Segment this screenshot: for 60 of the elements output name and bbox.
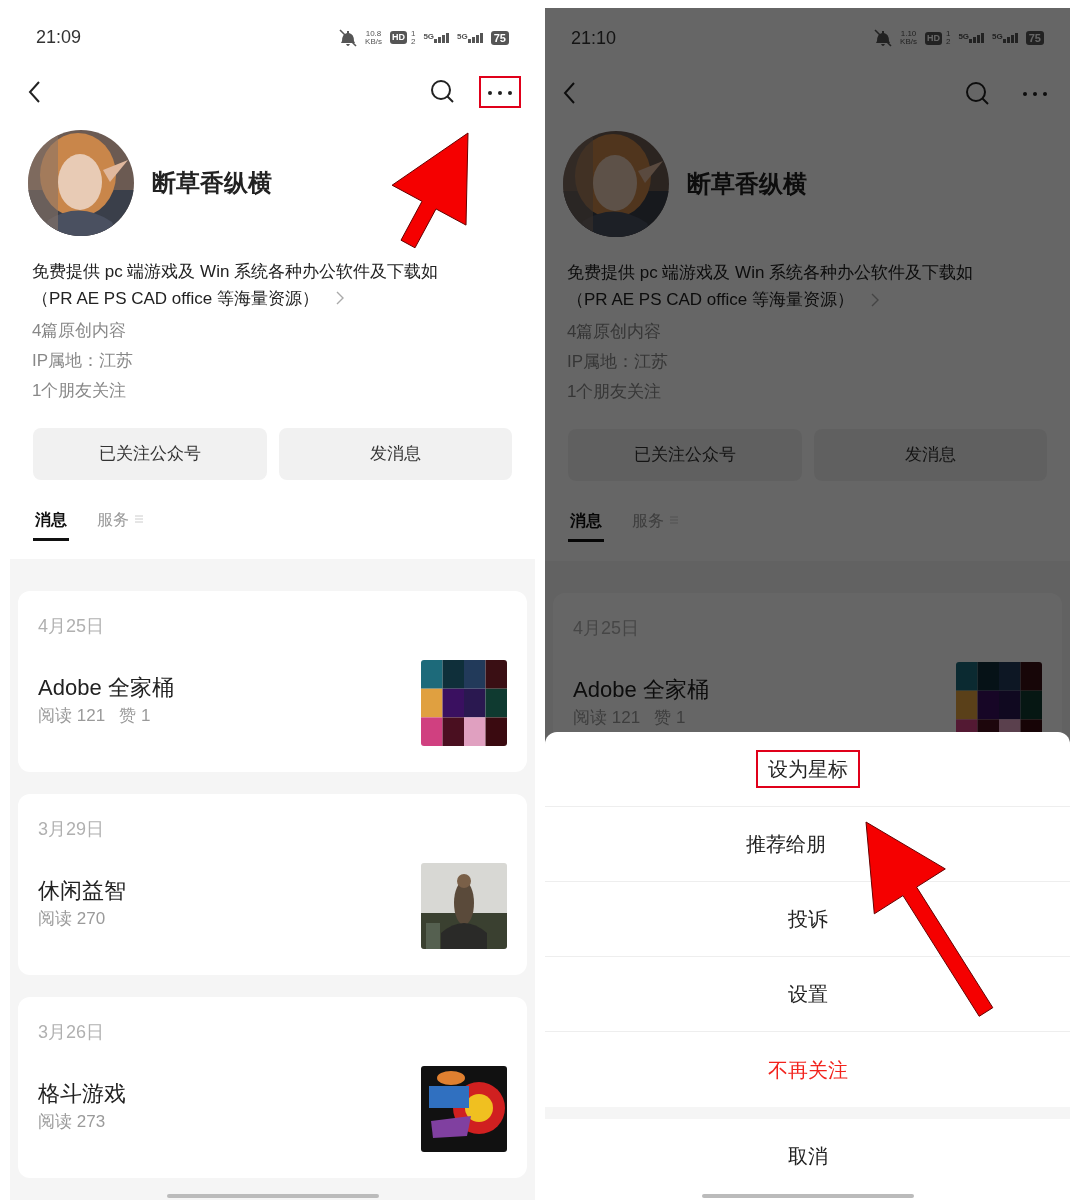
hd-indicator: HD: [924, 31, 942, 45]
menu-item[interactable]: 设置: [775, 975, 840, 1013]
more-button[interactable]: [479, 75, 521, 108]
article-stats: 阅读 270: [38, 908, 106, 930]
tab[interactable]: 消息: [568, 509, 604, 542]
action-button[interactable]: 发消息: [278, 427, 512, 480]
network-type: 5G: [958, 33, 970, 41]
network-speed: 10.8: [365, 29, 382, 38]
article-card[interactable]: 3月26日 格斗游戏 阅读 273: [18, 997, 527, 1178]
back-icon[interactable]: [26, 79, 42, 104]
menu-icon: [135, 514, 143, 523]
article-card[interactable]: 4月25日 Adobe 全家桶 阅读 121 赞 1: [18, 591, 527, 772]
signal-icon: [467, 32, 483, 43]
article-title: 格斗游戏: [38, 1080, 126, 1108]
bell-off-icon: [874, 29, 893, 47]
search-icon[interactable]: [430, 79, 455, 105]
speed-unit: KB/s: [365, 37, 382, 46]
article-title: Adobe 全家桶: [573, 676, 709, 704]
bio-text: （PR AE PS CAD office 等海量资源）: [32, 287, 319, 310]
more-icon: [487, 88, 513, 97]
article-date: 4月25日: [38, 615, 106, 638]
cancel-button[interactable]: 取消: [787, 1140, 828, 1171]
action-button[interactable]: 已关注公众号: [33, 427, 267, 480]
profile-info: IP属地：江苏: [32, 349, 134, 372]
article-title: Adobe 全家桶: [38, 674, 174, 702]
network-type: 5G: [992, 33, 1003, 41]
bio-text: （PR AE PS CAD office 等海量资源）: [567, 289, 854, 311]
battery-indicator: 75: [1025, 31, 1044, 45]
article-stats: 阅读 121 赞 1: [38, 705, 151, 727]
menu-item[interactable]: 不再关注: [755, 1050, 860, 1089]
more-icon: [1022, 89, 1048, 98]
profile-info: 1个朋友关注: [32, 379, 127, 402]
bio-text: 免费提供 pc 端游戏及 Win 系统各种办公软件及下载如: [32, 260, 439, 283]
status-time: 21:09: [36, 26, 82, 50]
signal-icon: [434, 32, 450, 43]
sim-number: 1: [410, 29, 416, 38]
menu-item[interactable]: 推荐给朋: [733, 825, 838, 863]
article-stats: 阅读 273: [38, 1111, 106, 1133]
bio-text: 免费提供 pc 端游戏及 Win 系统各种办公软件及下载如: [567, 262, 974, 284]
chevron-right-icon[interactable]: [334, 290, 345, 307]
sim-number: 1: [945, 30, 951, 38]
menu-item[interactable]: 投诉: [775, 900, 840, 938]
article-date: 3月26日: [38, 1021, 106, 1044]
article-card[interactable]: 3月29日 休闲益智 阅读 270: [18, 794, 527, 975]
sim-number: 2: [410, 37, 416, 46]
article-title: 休闲益智: [38, 877, 126, 905]
status-time: 21:10: [571, 26, 617, 50]
menu-item[interactable]: 设为星标: [755, 750, 860, 788]
signal-icon: [1002, 33, 1018, 43]
bell-off-icon: [339, 28, 358, 47]
signal-icon: [969, 33, 985, 43]
profile-info: 4篇原创内容: [32, 319, 127, 342]
network-type: 5G: [423, 32, 435, 41]
hd-indicator: HD: [389, 31, 407, 45]
article-date: 3月29日: [38, 818, 106, 841]
tab[interactable]: 消息: [33, 507, 69, 541]
account-name: 断草香纵横: [152, 167, 272, 198]
account-name: 断草香纵横: [687, 169, 807, 199]
network-type: 5G: [457, 32, 468, 41]
battery-indicator: 75: [490, 30, 509, 45]
